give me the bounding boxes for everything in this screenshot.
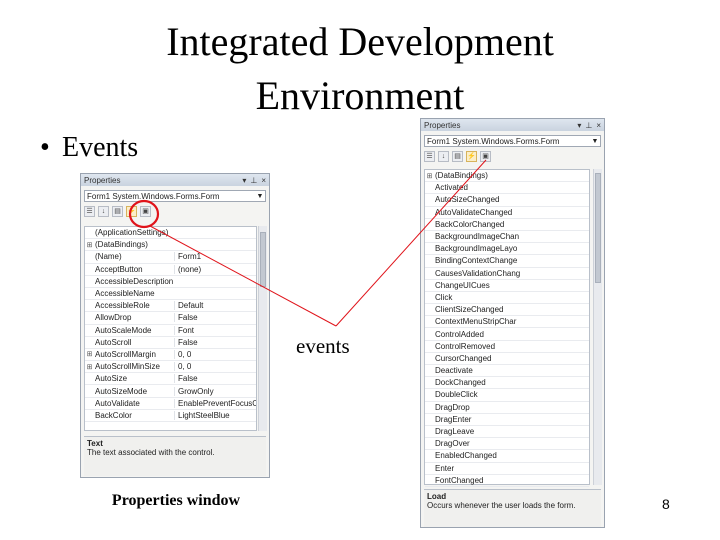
- events-caption: events: [296, 334, 350, 358]
- annotation-pointer-line: [149, 225, 337, 327]
- page-number: 8: [662, 496, 670, 512]
- properties-window-caption: Properties window: [111, 492, 241, 509]
- annotation-pointer-line: [335, 159, 487, 327]
- annotation-circle: [128, 199, 160, 229]
- annotation-overlay: [128, 159, 487, 327]
